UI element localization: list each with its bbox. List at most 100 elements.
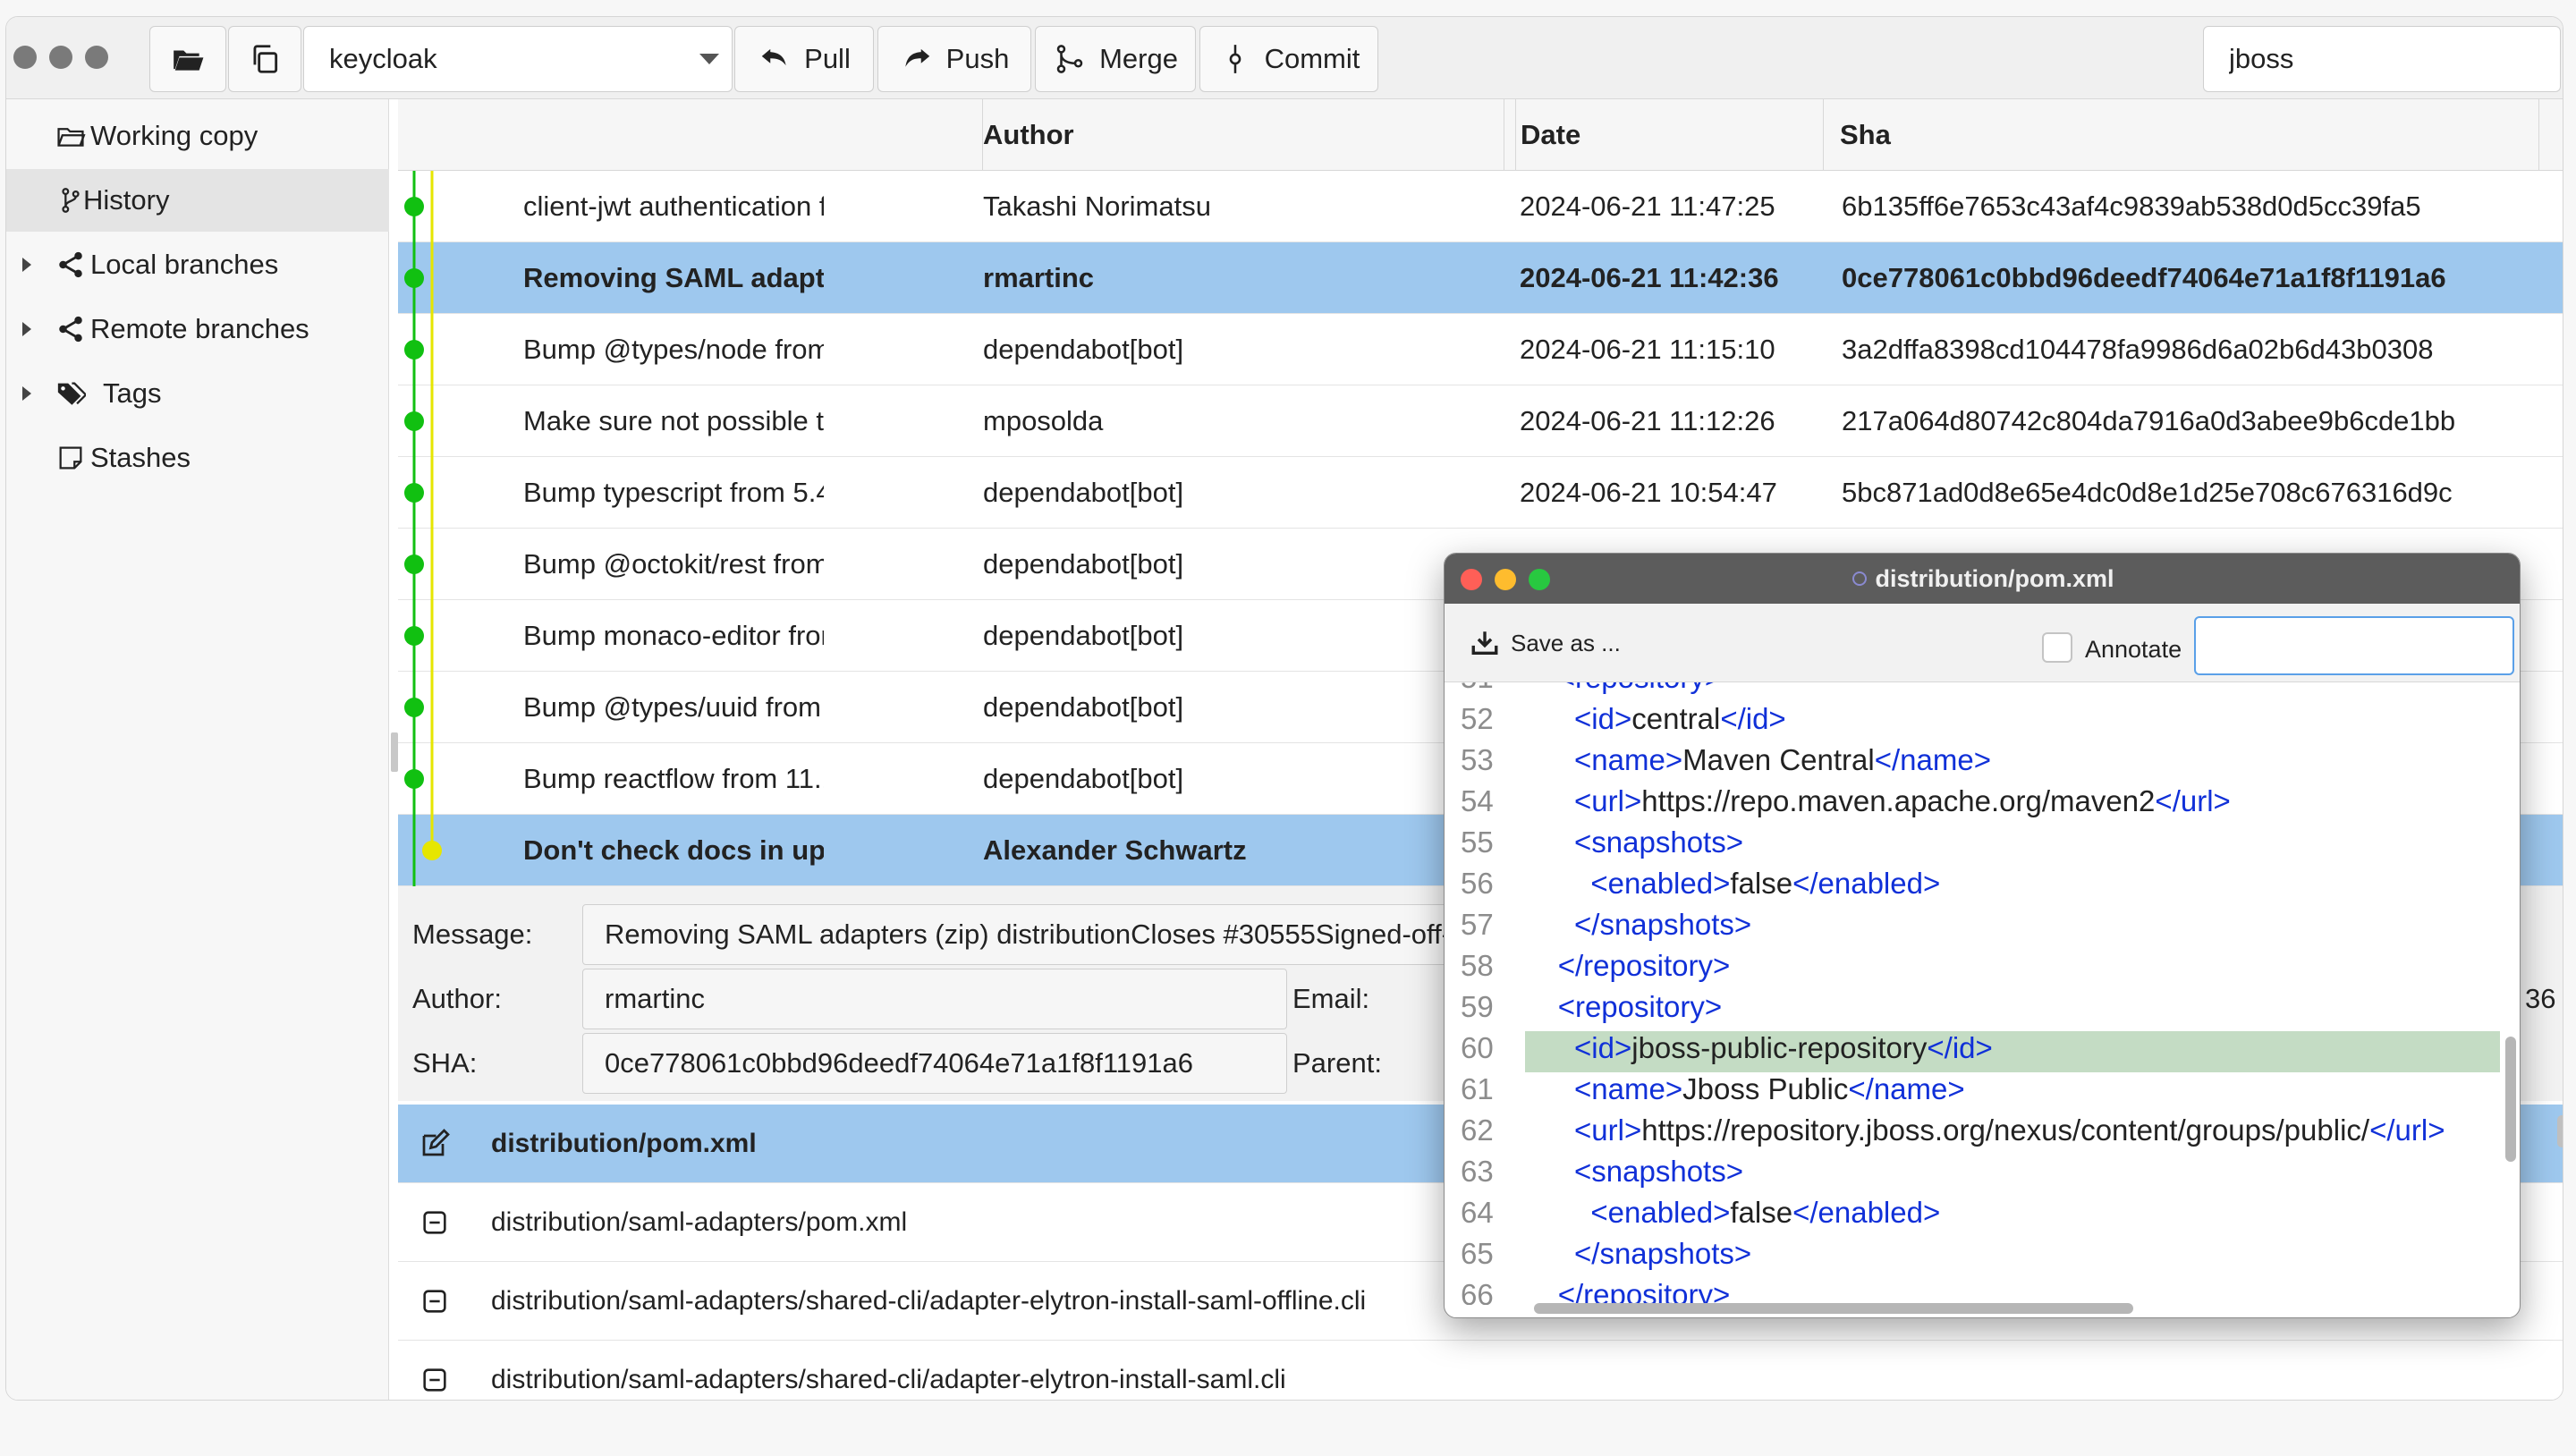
popup-toolbar: Save as ... Annotate — [1445, 604, 2520, 682]
file-row[interactable]: distribution/saml-adapters/shared-cli/ad… — [398, 1341, 2563, 1400]
column-header-date[interactable]: Date — [1504, 99, 1824, 171]
table-row[interactable]: Make sure not possible to import jakar mp… — [398, 385, 2563, 457]
graph-commit-dot — [422, 841, 442, 860]
open-repository-button[interactable] — [149, 26, 226, 92]
annotate-search-input[interactable] — [2194, 616, 2514, 675]
copy-icon — [253, 45, 278, 73]
table-row[interactable]: client-jwt authentication fails on Toke T… — [398, 171, 2563, 242]
edit-icon — [418, 1127, 452, 1161]
sidebar-item-stashes[interactable]: Stashes — [6, 427, 389, 489]
sidebar-item-remote-branches[interactable]: Remote branches — [6, 298, 389, 360]
xml-tag: </id> — [1927, 1031, 1993, 1064]
code-text: <id>jboss-public-repository</id> — [1525, 1031, 2500, 1072]
sidebar-splitter[interactable] — [391, 732, 398, 772]
xml-tag: </snapshots> — [1574, 1237, 1752, 1270]
popup-title: distribution/pom.xml — [1875, 564, 2114, 592]
table-row[interactable]: Removing SAML adapters (zip) distrib rmar… — [398, 242, 2563, 314]
commit-date-cell: 2024-06-21 11:47:25 — [1520, 190, 1775, 222]
commit-message-cell: Bump monaco-editor from 0.49.0 to 0 — [523, 620, 824, 651]
code-text: <snapshots> — [1525, 1155, 2500, 1196]
redo-arrow-icon — [904, 48, 929, 67]
commit-message-cell: Bump typescript from 5.4.5 to 5.5.2 (a — [523, 477, 824, 508]
author-label: Author: — [412, 983, 502, 1014]
merge-button[interactable]: Merge — [1035, 26, 1196, 92]
code-line: 58 </repository> — [1445, 949, 2500, 990]
commit-author-cell: dependabot[bot] — [983, 477, 1184, 508]
commit-message-cell: Make sure not possible to import jakar — [523, 405, 824, 436]
window-close-button[interactable] — [13, 46, 37, 69]
window-minimize-button[interactable] — [49, 46, 72, 69]
code-line: 62 <url>https://repository.jboss.org/nex… — [1445, 1113, 2500, 1155]
graph-commit-dot — [404, 197, 424, 216]
code-line: 61 <name>Jboss Public</name> — [1445, 1072, 2500, 1113]
column-label: Author — [983, 119, 1074, 150]
xml-tag: </name> — [1848, 1072, 1965, 1105]
popup-zoom-button[interactable] — [1529, 569, 1550, 590]
code-text: </snapshots> — [1525, 1237, 2500, 1278]
xml-tag: <enabled> — [1590, 867, 1731, 900]
line-number: 65 — [1461, 1237, 1494, 1270]
sidebar-item-working-copy[interactable]: Working copy — [6, 105, 389, 167]
code-horizontal-scrollbar[interactable] — [1534, 1303, 2133, 1314]
repository-select[interactable]: keycloak — [303, 26, 733, 92]
xml-tag: </enabled> — [1792, 1196, 1941, 1229]
annotate-checkbox[interactable] — [2042, 632, 2072, 663]
push-label: Push — [945, 43, 1010, 74]
search-input[interactable] — [2203, 26, 2561, 92]
sidebar-item-tags[interactable]: Tags — [6, 362, 389, 425]
sha-field[interactable]: 0ce778061c0bbd96deedf74064e71a1f8f1191a6 — [582, 1033, 1287, 1094]
graph-commit-dot — [404, 340, 424, 360]
popup-minimize-button[interactable] — [1495, 569, 1516, 590]
line-number: 59 — [1461, 990, 1494, 1023]
popup-title-bar[interactable]: distribution/pom.xml — [1445, 554, 2520, 604]
xml-text — [1525, 949, 1558, 982]
clone-repository-button[interactable] — [228, 26, 301, 92]
line-number: 55 — [1461, 825, 1494, 859]
code-text: <snapshots> — [1525, 825, 2500, 867]
code-line: 55 <snapshots> — [1445, 825, 2500, 867]
chevron-right-icon[interactable] — [22, 258, 31, 272]
pull-button[interactable]: Pull — [734, 26, 874, 92]
toolbar: keycloak Pull Push Merge Commit — [6, 17, 2563, 99]
message-label: Message: — [412, 918, 533, 950]
column-header-sha[interactable]: Sha — [1824, 99, 2539, 171]
xml-tag: </repository> — [1557, 1278, 1731, 1305]
line-number: 56 — [1461, 867, 1494, 900]
minus-box-icon — [418, 1284, 452, 1318]
sidebar-item-history[interactable]: History — [6, 169, 389, 232]
author-field[interactable]: rmartinc — [582, 969, 1287, 1029]
xml-text — [1525, 1031, 1574, 1064]
files-scrollbar[interactable] — [2557, 1115, 2563, 1147]
xml-tag: </url> — [2155, 784, 2231, 817]
push-button[interactable]: Push — [877, 26, 1031, 92]
xml-text — [1525, 702, 1574, 735]
sidebar-item-local-branches[interactable]: Local branches — [6, 233, 389, 296]
code-view[interactable]: 51 <repository>52 <id>central</id>53 <na… — [1445, 682, 2520, 1305]
xml-text — [1525, 1237, 1574, 1270]
table-row[interactable]: Bump typescript from 5.4.5 to 5.5.2 (a de… — [398, 457, 2563, 529]
commit-button[interactable]: Commit — [1199, 26, 1378, 92]
commit-date-cell: 2024-06-21 11:12:26 — [1520, 405, 1775, 436]
column-label: Sha — [1840, 119, 1891, 150]
repository-name: keycloak — [329, 43, 437, 74]
commit-date-cell: 2024-06-21 11:42:36 — [1520, 262, 1779, 293]
sidebar-item-label: Working copy — [90, 120, 258, 151]
popup-close-button[interactable] — [1461, 569, 1482, 590]
chevron-right-icon[interactable] — [22, 386, 31, 401]
column-header-message[interactable] — [398, 99, 983, 171]
graph-commit-dot — [404, 268, 424, 288]
commit-author-cell: rmartinc — [983, 262, 1095, 293]
app: keycloak Pull Push Merge Commit jboss Wo… — [0, 0, 2576, 1456]
line-number: 52 — [1461, 702, 1494, 735]
code-vertical-scrollbar[interactable] — [2505, 1037, 2516, 1162]
commit-graph — [404, 171, 442, 886]
graph-commit-dot — [404, 698, 424, 717]
window-zoom-button[interactable] — [85, 46, 108, 69]
save-as-button[interactable]: Save as ... — [1470, 623, 1621, 663]
chevron-right-icon[interactable] — [22, 322, 31, 336]
code-text: <url>https://repository.jboss.org/nexus/… — [1525, 1113, 2500, 1155]
commit-label: Commit — [1264, 43, 1360, 74]
table-row[interactable]: Bump @types/node from 20.14.6 to 2 depend… — [398, 314, 2563, 385]
column-header-author-cell[interactable]: Author — [983, 99, 1516, 171]
commit-author-cell: dependabot[bot] — [983, 548, 1184, 580]
